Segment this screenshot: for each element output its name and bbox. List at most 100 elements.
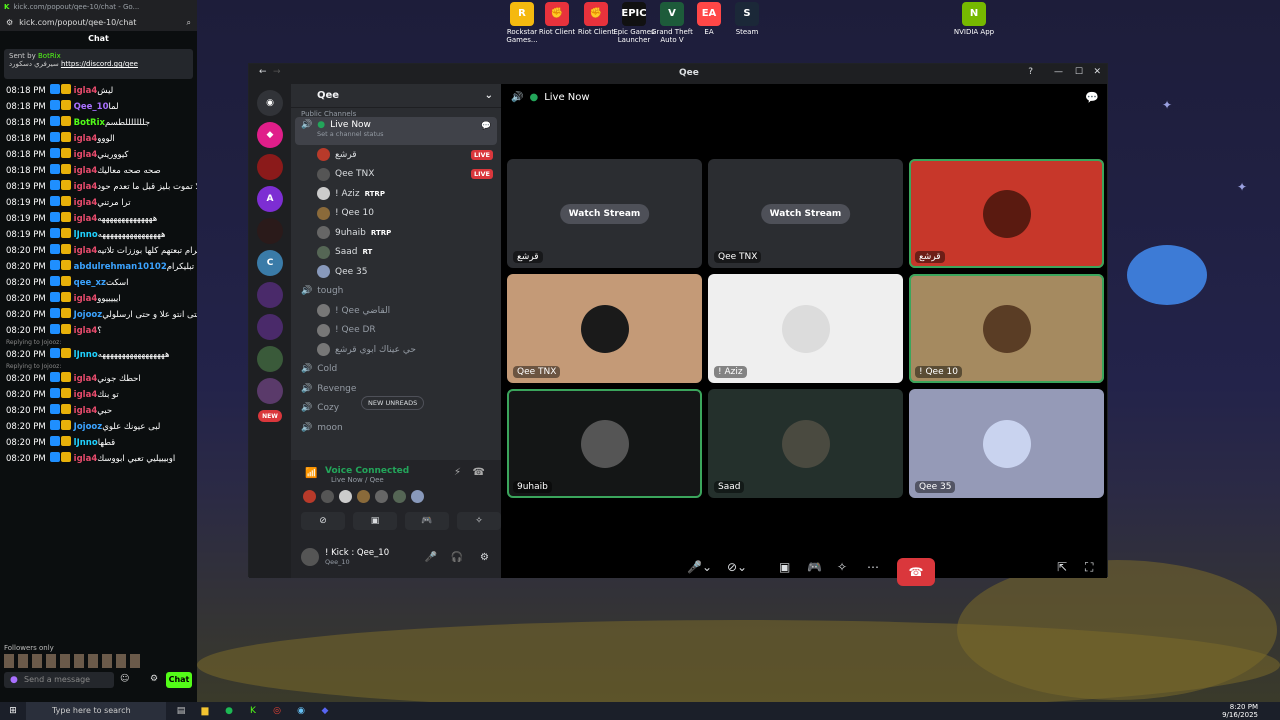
avatar[interactable]: [393, 490, 406, 503]
emoji-icon[interactable]: ☺: [120, 674, 129, 684]
desktop-icon[interactable]: S Steam: [719, 2, 775, 36]
chat-message[interactable]: 08:19 PM igla4ههههههههههههههه: [0, 211, 197, 227]
chat-bubble-icon[interactable]: 💬: [1085, 91, 1099, 104]
chat-message[interactable]: 08:20 PM Jojoozلبى عيونك علوي: [0, 419, 197, 435]
chat-message[interactable]: 08:18 PM BotRixجلللللللطسم: [0, 115, 197, 131]
voice-channel[interactable]: 🔊 tough: [291, 282, 501, 302]
chat-message[interactable]: 08:19 PM lJnnoههههههههههههههههه: [0, 227, 197, 243]
soundboard-button[interactable]: ✧: [457, 512, 501, 530]
chrome-icon[interactable]: ◎: [268, 702, 286, 720]
voice-user[interactable]: قرشع LIVE: [291, 145, 501, 165]
voice-user[interactable]: Qee 35: [291, 262, 501, 282]
message-username[interactable]: igla4: [74, 406, 98, 416]
chat-message[interactable]: 08:20 PM lJnnoقطها: [0, 435, 197, 451]
chat-message[interactable]: 08:20 PM igla4ايييييوو: [0, 291, 197, 307]
avatar[interactable]: [411, 490, 424, 503]
participant-tile[interactable]: ! Qee 10: [909, 274, 1104, 383]
windows-start-icon[interactable]: ⊞: [4, 702, 22, 720]
pinned-link[interactable]: https://discord.gg/qee: [61, 60, 138, 68]
chat-message[interactable]: 08:20 PM lJnnoهههههههههههههههههه: [0, 347, 197, 363]
avatar[interactable]: [375, 490, 388, 503]
search-icon[interactable]: ⌕: [187, 18, 191, 28]
tune-icon[interactable]: ⚙: [6, 18, 13, 27]
soundboard-icon[interactable]: ✧: [837, 560, 847, 574]
chat-message[interactable]: 08:20 PM qee_xzاسكت: [0, 275, 197, 291]
chat-message[interactable]: 08:19 PM igla4لا تموت بليز قبل ما تعدم حو…: [0, 179, 197, 195]
participant-tile[interactable]: ! Aziz: [708, 274, 903, 383]
kick-icon[interactable]: K: [244, 702, 262, 720]
popout-icon[interactable]: ⇱: [1057, 560, 1067, 574]
server-icon[interactable]: [257, 154, 283, 180]
avatar[interactable]: [303, 490, 316, 503]
more-icon[interactable]: ⋯: [867, 560, 879, 574]
participant-tile[interactable]: Qee 35: [909, 389, 1104, 498]
address-bar[interactable]: ⚙ kick.com/popout/qee-10/chat ⌕: [0, 14, 197, 31]
watch-stream-button[interactable]: Watch Stream: [559, 203, 650, 224]
chat-message[interactable]: 08:18 PM igla4الووو: [0, 131, 197, 147]
maximize-icon[interactable]: ☐: [1075, 67, 1083, 77]
voice-user[interactable]: ! Aziz RTRP: [291, 184, 501, 204]
screen-share-icon[interactable]: ▣: [779, 560, 790, 574]
message-username[interactable]: Jojooz: [74, 422, 103, 432]
message-username[interactable]: lJnno: [74, 438, 98, 448]
chat-message[interactable]: 08:18 PM igla4صحه صحه معاليك: [0, 163, 197, 179]
user-settings-icon[interactable]: ⚙: [480, 552, 489, 563]
voice-user[interactable]: ! Qee DR: [291, 321, 501, 341]
chevron-down-icon[interactable]: ⌄: [485, 90, 493, 101]
chat-message[interactable]: 08:18 PM igla4ليش: [0, 83, 197, 99]
category-label[interactable]: Public Channels: [291, 108, 501, 118]
participant-tile[interactable]: Saad: [708, 389, 903, 498]
message-username[interactable]: igla4: [74, 198, 98, 208]
user-avatar[interactable]: [301, 548, 319, 566]
help-icon[interactable]: ?: [1028, 67, 1033, 77]
camera-off-button[interactable]: ⊘: [301, 512, 345, 530]
spotify-icon[interactable]: ●: [220, 702, 238, 720]
voice-channel[interactable]: 🔊 Cold: [291, 360, 501, 380]
close-icon[interactable]: ✕: [1093, 67, 1101, 77]
message-username[interactable]: igla4: [74, 150, 98, 160]
message-username[interactable]: igla4: [74, 294, 98, 304]
screen-share-button[interactable]: ▣: [353, 512, 397, 530]
watch-stream-button[interactable]: Watch Stream: [760, 203, 851, 224]
forward-arrow-icon[interactable]: →: [273, 67, 281, 77]
message-username[interactable]: igla4: [74, 390, 98, 400]
avatar[interactable]: [339, 490, 352, 503]
chat-message[interactable]: 08:20 PM igla4؟: [0, 323, 197, 339]
leave-call-button[interactable]: ☎: [897, 558, 935, 586]
voice-user[interactable]: 9uhaib RTRP: [291, 223, 501, 243]
app-icon[interactable]: EA: [697, 2, 721, 26]
app-icon[interactable]: S: [735, 2, 759, 26]
url-text[interactable]: kick.com/popout/qee-10/chat: [19, 18, 136, 27]
participant-tile[interactable]: Watch Stream Qee TNX: [708, 159, 903, 268]
chat-message[interactable]: 08:20 PM igla4ترا القطريه حسابات الانستقر…: [0, 243, 197, 259]
app-icon[interactable]: N: [962, 2, 986, 26]
message-username[interactable]: lJnno: [74, 350, 98, 360]
chat-message[interactable]: 08:20 PM igla4اوبيييليي تعبي ابووسك: [0, 451, 197, 467]
steam-icon[interactable]: ◉: [292, 702, 310, 720]
chat-message[interactable]: 08:20 PM igla4حبي: [0, 403, 197, 419]
participant-tile[interactable]: 9uhaib: [507, 389, 702, 498]
fullscreen-icon[interactable]: ⛶: [1085, 560, 1093, 575]
pinned-message[interactable]: Sent by BotRix سيرفري دسكورد https://dis…: [4, 49, 193, 79]
chat-send-button[interactable]: Chat: [166, 672, 192, 688]
message-username[interactable]: Jojooz: [74, 310, 103, 320]
app-icon[interactable]: ✊: [545, 2, 569, 26]
user-area[interactable]: ! Kick : Qee_10 Qee_10: [301, 548, 389, 566]
message-username[interactable]: igla4: [74, 214, 98, 224]
message-username[interactable]: igla4: [74, 326, 98, 336]
app-icon[interactable]: EPIC: [621, 2, 647, 26]
message-username[interactable]: igla4: [74, 182, 98, 192]
new-unreads-pill[interactable]: NEW UNREADS: [361, 396, 425, 410]
voice-channel[interactable]: 🔊 moon: [291, 418, 501, 438]
microphone-icon[interactable]: 🎤⌄: [687, 560, 712, 574]
voice-user[interactable]: ! Qee 10: [291, 204, 501, 224]
emote-row[interactable]: [4, 654, 144, 668]
activities-button[interactable]: 🎮: [405, 512, 449, 530]
back-arrow-icon[interactable]: ←: [259, 67, 267, 77]
voice-user[interactable]: ! Qee القاضي: [291, 301, 501, 321]
discord-taskbar-icon[interactable]: ◆: [316, 702, 334, 720]
message-username[interactable]: abdulrehman10102: [74, 262, 167, 272]
voice-location[interactable]: Live Now / Qee: [291, 476, 501, 484]
chat-message[interactable]: 08:20 PM igla4تو بنك: [0, 387, 197, 403]
channel-status[interactable]: Set a channel status: [301, 130, 497, 138]
